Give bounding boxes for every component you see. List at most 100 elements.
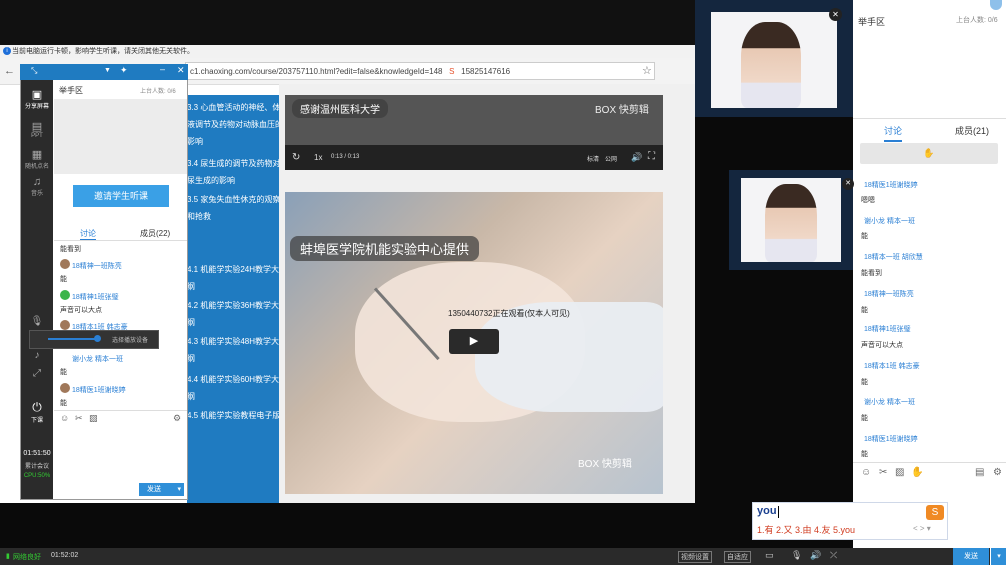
live-panel-titlebar: ⤡ ▼ ✦ – ✕ — [20, 64, 188, 80]
close-camera-icon[interactable]: ✕ — [829, 8, 842, 21]
card-icon[interactable]: ▤ — [975, 467, 984, 478]
stage-count: 上台人数: 0/6 — [956, 17, 998, 24]
volume-icon[interactable]: 🔊 — [810, 550, 821, 561]
emoji-icon[interactable]: ☺ — [60, 413, 69, 423]
network-line-button[interactable]: 公网 — [605, 154, 617, 163]
close-icon[interactable]: ✕ — [177, 65, 185, 76]
tree-item[interactable]: 3.5 家兔失血性休克的观察 — [187, 191, 279, 208]
close-camera-icon[interactable]: ✕ — [842, 178, 854, 190]
random-call-button[interactable]: ▦ 随机点名 — [21, 148, 53, 170]
fit-icon[interactable]: ⤢ — [21, 368, 53, 379]
speed-button[interactable]: 1x — [314, 153, 322, 162]
timer-label: 累计会议 — [24, 464, 49, 470]
tree-item[interactable]: 3.3 心血管活动的神经、体 — [187, 99, 279, 116]
text-cursor — [778, 506, 779, 518]
teacher-face — [741, 22, 801, 108]
tree-item[interactable]: 4.2 机能学实验36H教学大 — [187, 297, 279, 314]
chat-text: 能 — [861, 307, 868, 314]
raise-hand-title: 举手区 — [858, 17, 886, 27]
tree-item[interactable]: 4.3 机能学实验48H教学大 — [187, 333, 279, 350]
stage-count: 上台人数: 0/6 — [140, 89, 176, 95]
url-field[interactable]: c1.chaoxing.com/course/203757110.html?ed… — [185, 62, 655, 80]
send-options-icon[interactable]: ▾ — [990, 548, 1006, 565]
preview-face — [765, 184, 817, 262]
end-class-button[interactable]: ⏻ 下课 — [21, 400, 53, 424]
minimize-icon[interactable]: – — [160, 64, 165, 74]
tab-discuss[interactable]: 讨论 — [884, 124, 903, 142]
timer: 01:51:50 — [23, 450, 51, 457]
network-status: 网络良好 — [13, 554, 41, 561]
chat-text: 声音可以大点 — [861, 342, 903, 349]
tab-members[interactable]: 成员(21) — [955, 124, 989, 137]
chat-name: 18精神1班张璧 — [864, 326, 911, 333]
video-brand: BOX 快剪辑 — [578, 459, 632, 470]
fullscreen-icon[interactable]: ⛶ — [648, 151, 655, 162]
dropdown-icon[interactable]: ▼ — [104, 67, 111, 74]
music-note-icon[interactable]: ♪ — [21, 350, 53, 361]
quality-button[interactable]: 标清 — [587, 154, 599, 163]
teacher-camera[interactable]: ✕ — [695, 0, 853, 117]
settings-icon[interactable]: ⚙ — [173, 413, 181, 424]
tree-item[interactable]: 4.4 机能学实验60H教学大 — [187, 371, 279, 388]
tree-item[interactable]: 4.5 机能学实验教程电子版 — [187, 407, 279, 424]
chat-text: 能 — [861, 451, 868, 458]
raise-hand-button[interactable]: ✋ — [860, 143, 998, 164]
tab-members[interactable]: 成员(22) — [140, 228, 170, 239]
ime-page-arrows[interactable]: < > ▾ — [913, 524, 931, 533]
expand-icon[interactable]: ⤡ — [31, 66, 37, 76]
device-selector[interactable]: 选择播放设备 — [29, 330, 159, 349]
ime-candidates[interactable]: 1.有 2.又 3.由 4.友 5.you — [757, 523, 855, 536]
ppt-button[interactable]: ▤ PPT — [21, 120, 53, 139]
settings-icon[interactable]: ⚙ — [993, 467, 1002, 478]
preview-camera[interactable]: ✕ — [729, 170, 854, 270]
tree-item[interactable]: 和抢救 — [187, 208, 279, 225]
back-icon[interactable]: ← — [4, 65, 15, 77]
screen-icon[interactable]: ▭ — [765, 550, 774, 561]
ime-candidate-window: you S 1.有 2.又 3.由 4.友 5.you < > ▾ — [752, 502, 948, 540]
chat-name: 谢小龙 精本一班 — [864, 399, 915, 406]
emoji-icon[interactable]: ☺ — [861, 467, 871, 478]
tree-item[interactable]: 纲 — [187, 314, 279, 331]
sogou-icon[interactable]: S — [926, 505, 944, 520]
video-time: 0:13 / 0:13 — [331, 154, 360, 160]
chat-name: 18精医1班谢晓婷 — [72, 387, 126, 394]
music-button[interactable]: ♫ 音乐 — [21, 176, 53, 197]
invite-students-button[interactable]: 邀请学生听课 — [73, 185, 169, 207]
image-icon[interactable]: ▨ — [89, 413, 98, 424]
tree-item[interactable]: 影响 — [187, 133, 279, 150]
scissors-icon[interactable]: ✂ — [879, 467, 887, 478]
send-button[interactable]: 发送 — [953, 548, 989, 565]
collapse-icon[interactable]: ⤫ — [830, 550, 837, 561]
volume-slider-handle[interactable] — [94, 335, 101, 342]
chat-name: 18精神1班张璧 — [72, 294, 119, 301]
bookmark-star-icon[interactable]: ☆ — [642, 64, 652, 77]
tree-item[interactable]: 纲 — [187, 350, 279, 367]
chat-text: 能看到 — [861, 270, 882, 277]
chat-name: 谢小龙 精本一班 — [864, 218, 915, 225]
tree-item[interactable]: 纲 — [187, 278, 279, 295]
replay-icon[interactable]: ↻ — [292, 152, 300, 163]
mic-icon[interactable]: 🎙 — [791, 550, 802, 561]
volume-icon[interactable]: 🔊 — [631, 152, 642, 163]
ime-input: you — [757, 505, 777, 517]
signal-icon: ▮ — [6, 553, 10, 560]
pin-icon[interactable]: ✦ — [120, 65, 128, 76]
raise-hand-icon[interactable]: ✋ — [911, 467, 923, 478]
send-button[interactable]: 发送 ▾ — [139, 483, 184, 496]
select-device-label[interactable]: 选择播放设备 — [112, 335, 148, 344]
cpu-usage: CPU:50% — [23, 473, 51, 479]
video-settings-button[interactable]: 视频设置 — [678, 551, 712, 563]
tree-item[interactable]: 尿生成的影响 — [187, 172, 279, 189]
volume-slider[interactable] — [48, 338, 98, 340]
play-button[interactable]: ▶ — [449, 329, 499, 354]
scissors-icon[interactable]: ✂ — [75, 413, 83, 424]
divider — [54, 240, 187, 241]
tree-item[interactable]: 液调节及药物对动脉血压的 — [187, 116, 279, 133]
self-adapt-button[interactable]: 自适应 — [724, 551, 751, 563]
share-screen-button[interactable]: ▣ 分享屏幕 — [21, 88, 53, 110]
mic-icon[interactable]: 🎙 — [21, 316, 53, 327]
image-icon[interactable]: ▨ — [895, 467, 904, 478]
tree-item[interactable]: 4.1 机能学实验24H教学大 — [187, 261, 279, 278]
tree-item[interactable]: 纲 — [187, 388, 279, 405]
tree-item[interactable]: 3.4 尿生成的调节及药物对 — [187, 155, 279, 172]
